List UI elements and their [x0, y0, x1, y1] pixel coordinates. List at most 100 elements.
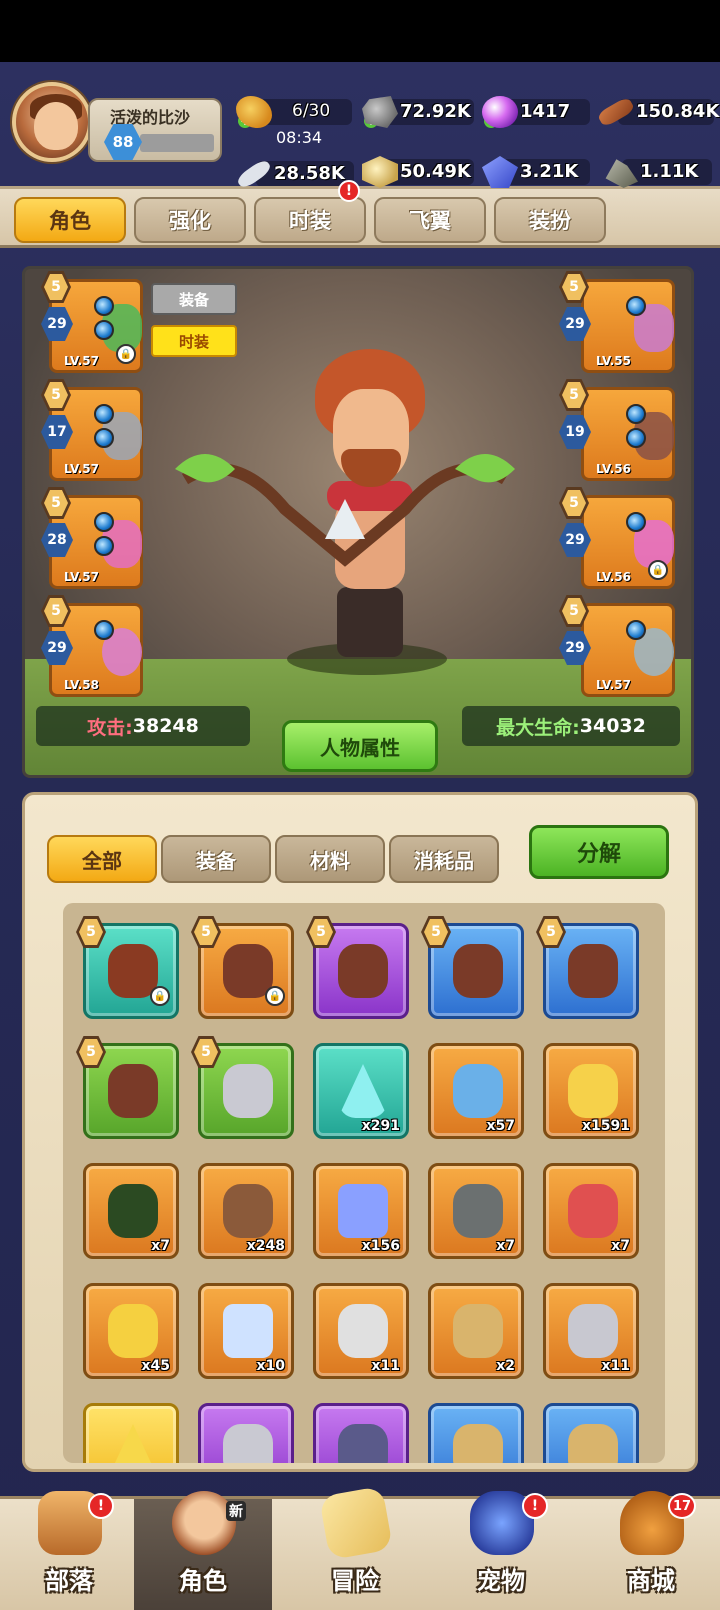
- inventory-item[interactable]: x10: [198, 1283, 294, 1379]
- socket-gem-icon: [94, 512, 114, 532]
- star-rank-badge: 5: [536, 916, 566, 948]
- ingot-icon: [568, 1304, 618, 1358]
- flask-icon: [108, 1184, 158, 1238]
- inventory-tab-equipment[interactable]: 装备: [161, 835, 271, 883]
- player-name-plate[interactable]: 活泼的比沙: [88, 98, 222, 162]
- stamina-value: 6/30: [292, 101, 331, 121]
- pets-alert-badge: !: [522, 1493, 548, 1519]
- inventory-item[interactable]: x45: [83, 1283, 179, 1379]
- stamina-resource[interactable]: + 6/30: [236, 96, 356, 128]
- diamond-icon: [223, 1304, 273, 1358]
- inventory-item[interactable]: x11: [313, 1283, 409, 1379]
- inventory-item[interactable]: 5 🔒: [191, 916, 294, 1019]
- socket-gem-icon: [626, 620, 646, 640]
- star-rank-badge: 5: [191, 1036, 221, 1068]
- orb-icon: [482, 96, 518, 128]
- attack-value: 38248: [132, 715, 199, 737]
- item-count: x248: [246, 1238, 285, 1254]
- character-icon: [172, 1491, 236, 1555]
- stamina-timer: 08:34: [276, 128, 323, 147]
- inventory-item[interactable]: 5: [421, 916, 524, 1019]
- inventory-item[interactable]: x248: [198, 1163, 294, 1259]
- inventory-item[interactable]: x7: [83, 1163, 179, 1259]
- item-count: x1591: [582, 1118, 630, 1134]
- socket-gem-icon: [626, 296, 646, 316]
- inventory-item[interactable]: [198, 1403, 294, 1463]
- nav-adventure[interactable]: 冒险: [286, 1485, 424, 1610]
- scroll-icon: [453, 1304, 503, 1358]
- socket-gem-icon: [94, 320, 114, 340]
- inventory-item[interactable]: x11: [543, 1283, 639, 1379]
- inventory-item[interactable]: 5: [76, 1036, 179, 1139]
- inventory-item[interactable]: 5: [536, 916, 639, 1019]
- nav-shop[interactable]: 商城 17: [582, 1491, 720, 1610]
- inventory-item[interactable]: x7: [428, 1163, 524, 1259]
- potion-icon: [568, 1064, 618, 1118]
- socket-gem-icon: [94, 620, 114, 640]
- character-attributes-button[interactable]: 人物属性: [282, 720, 438, 772]
- star-rank-badge: 5: [306, 916, 336, 948]
- inventory-tab-all[interactable]: 全部: [47, 835, 157, 883]
- equip-slot-right-3[interactable]: LV.56 🔒: [581, 495, 675, 589]
- nav-pets[interactable]: 宠物 !: [432, 1491, 570, 1610]
- tab-fashion[interactable]: 时装: [254, 197, 366, 243]
- wood-value: 150.84K: [636, 100, 720, 122]
- inventory-item[interactable]: [83, 1403, 179, 1463]
- tribe-alert-badge: !: [88, 1493, 114, 1519]
- equip-level: LV.57: [64, 354, 99, 368]
- cube-icon: [338, 1424, 388, 1463]
- hp-value: 34032: [579, 715, 646, 737]
- hp-stat: 最大生命: 34032: [462, 706, 680, 746]
- equip-slot-right-4[interactable]: LV.57: [581, 603, 675, 697]
- key-icon: [453, 1064, 503, 1118]
- bone-value: 28.58K: [274, 162, 345, 184]
- equip-level: LV.58: [64, 678, 99, 692]
- scroll-icon: [453, 1424, 503, 1463]
- ore-resource[interactable]: 1.11K: [602, 156, 712, 188]
- nav-shop-label: 商城: [627, 1567, 675, 1595]
- avatar[interactable]: [12, 82, 92, 162]
- sand-value: 50.49K: [400, 160, 471, 182]
- wood-resource[interactable]: 150.84K: [596, 96, 719, 128]
- inventory-item[interactable]: [543, 1403, 639, 1463]
- inventory-item[interactable]: 5 🔒: [76, 916, 179, 1019]
- inventory-item[interactable]: [428, 1403, 524, 1463]
- inventory-item[interactable]: x7: [543, 1163, 639, 1259]
- socket-gem-icon: [626, 512, 646, 532]
- bone-resource[interactable]: 28.58K: [235, 157, 354, 191]
- inventory-item[interactable]: 5: [191, 1036, 294, 1139]
- shop-count-badge: 17: [668, 1493, 696, 1519]
- nav-character[interactable]: 角色 新: [134, 1491, 272, 1610]
- inventory-item[interactable]: x2: [428, 1283, 524, 1379]
- equip-view-toggle[interactable]: 装备: [151, 283, 237, 315]
- level-progress-bar: [140, 134, 214, 152]
- sand-resource[interactable]: 50.49K: [362, 156, 474, 188]
- inventory-item[interactable]: x1591: [543, 1043, 639, 1139]
- inventory-tab-materials[interactable]: 材料: [275, 835, 385, 883]
- socket-gem-icon: [94, 296, 114, 316]
- inventory-item[interactable]: x291: [313, 1043, 409, 1139]
- tab-character[interactable]: 角色: [14, 197, 126, 243]
- equip-slot-right-2[interactable]: LV.56: [581, 387, 675, 481]
- tab-dressup[interactable]: 装扮: [494, 197, 606, 243]
- item-count: x11: [601, 1358, 630, 1374]
- inventory-item[interactable]: 5: [306, 916, 409, 1019]
- skin-view-toggle[interactable]: 时装: [151, 325, 237, 357]
- inventory-item[interactable]: x57: [428, 1043, 524, 1139]
- tab-enhance[interactable]: 强化: [134, 197, 246, 243]
- star-rank-badge: 5: [76, 1036, 106, 1068]
- orb-resource[interactable]: + 1417: [482, 96, 590, 128]
- tube-icon: [338, 1304, 388, 1358]
- nav-tribe[interactable]: 部落 !: [0, 1491, 138, 1610]
- stone-resource[interactable]: + 72.92K: [362, 96, 474, 128]
- socket-gem-icon: [626, 404, 646, 424]
- gem-resource[interactable]: 3.21K: [482, 156, 590, 188]
- decompose-button[interactable]: 分解: [529, 825, 669, 879]
- inventory-tab-consumables[interactable]: 消耗品: [389, 835, 499, 883]
- stone-value: 72.92K: [400, 100, 471, 122]
- inventory-item[interactable]: x156: [313, 1163, 409, 1259]
- bow-icon: [453, 944, 503, 998]
- tab-wings[interactable]: 飞翼: [374, 197, 486, 243]
- equip-slot-right-1[interactable]: LV.55: [581, 279, 675, 373]
- inventory-item[interactable]: [313, 1403, 409, 1463]
